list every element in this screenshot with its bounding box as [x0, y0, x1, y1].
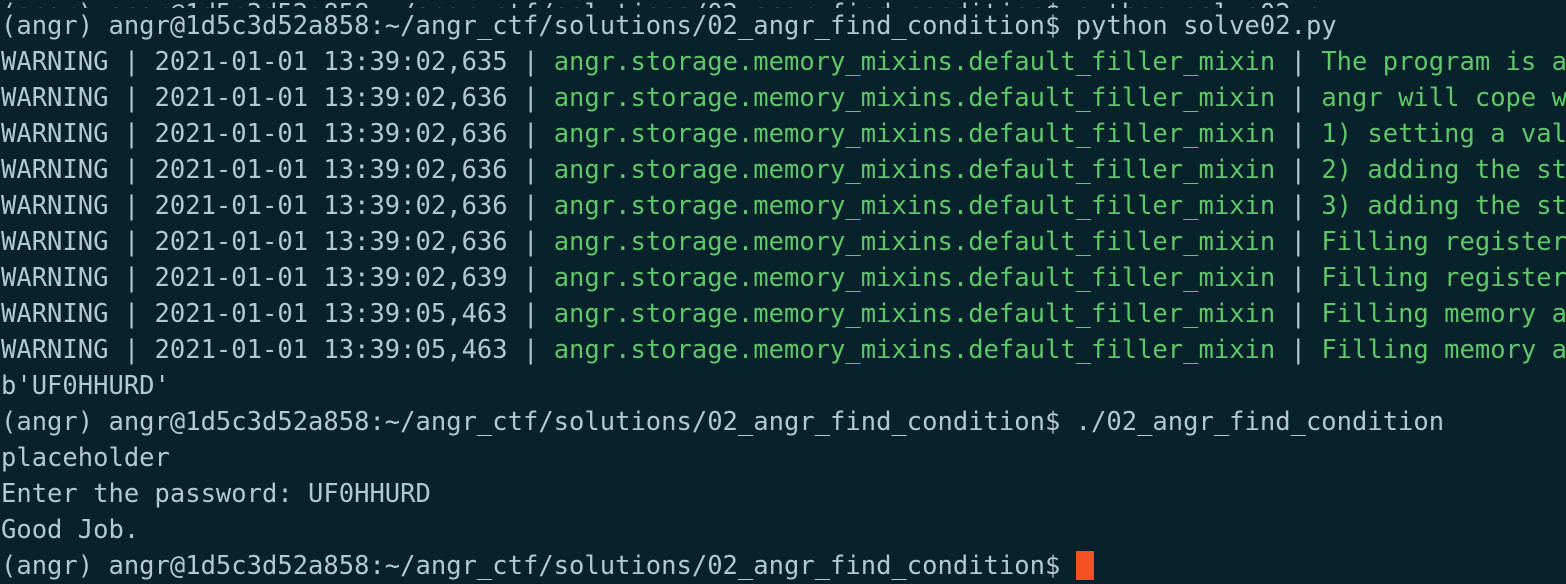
log-line-3-segment-2: | [1275, 119, 1322, 149]
log-line-5: WARNING | 2021-01-01 13:39:02,636 | angr… [0, 188, 1566, 224]
log-line-9-segment-3: Filling memory at 0x7fff0010 with 4 unco… [1321, 335, 1566, 365]
log-line-6-segment-2: | [1275, 227, 1322, 257]
log-line-9-segment-1: angr.storage.memory_mixins.default_fille… [553, 335, 1276, 365]
log-line-7-segment-3: Filling register ebx with 4 unconstraine… [1321, 263, 1566, 293]
log-line-8: WARNING | 2021-01-01 13:39:05,463 | angr… [0, 296, 1566, 332]
log-line-6-segment-1: angr.storage.memory_mixins.default_fille… [553, 227, 1276, 257]
scrollback-partial-segment-0: (angr) angr@1d5c3d52a858:~/angr_ctf/solu… [1, 0, 1337, 8]
log-line-4-segment-3: 2) adding the state option ZERO_FILL_UNC… [1321, 155, 1566, 185]
text-cursor[interactable] [1075, 551, 1094, 580]
output-password-prompt-segment-0: Enter the password: UF0HHURD [1, 479, 431, 509]
log-line-3-segment-0: WARNING | 2021-01-01 13:39:02,636 | [1, 119, 554, 149]
log-line-8-segment-1: angr.storage.memory_mixins.default_fille… [553, 299, 1276, 329]
log-line-8-segment-2: | [1275, 299, 1322, 329]
log-line-2-segment-3: angr will cope with this by generating a… [1321, 83, 1566, 113]
scrollback-partial: (angr) angr@1d5c3d52a858:~/angr_ctf/solu… [0, 0, 1566, 8]
log-line-8-segment-3: Filling memory at 0x7fff0000 with 4 unco… [1321, 299, 1566, 329]
log-line-6: WARNING | 2021-01-01 13:39:02,636 | angr… [0, 224, 1566, 260]
output-password-prompt: Enter the password: UF0HHURD [0, 476, 1566, 512]
log-line-5-segment-1: angr.storage.memory_mixins.default_fille… [553, 191, 1276, 221]
prompt-run-binary-segment-0: (angr) angr@1d5c3d52a858:~/angr_ctf/solu… [1, 407, 1445, 437]
output-found-bytes: b'UF0HHURD' [0, 368, 1566, 404]
log-line-7: WARNING | 2021-01-01 13:39:02,639 | angr… [0, 260, 1566, 296]
log-line-1-segment-1: angr.storage.memory_mixins.default_fille… [553, 47, 1276, 77]
log-line-7-segment-1: angr.storage.memory_mixins.default_fille… [553, 263, 1276, 293]
prompt-solve-command-segment-0: (angr) angr@1d5c3d52a858:~/angr_ctf/solu… [1, 11, 1337, 41]
output-placeholder: placeholder [0, 440, 1566, 476]
log-line-2-segment-2: | [1275, 83, 1322, 113]
log-line-1-segment-0: WARNING | 2021-01-01 13:39:02,635 | [1, 47, 554, 77]
log-line-5-segment-0: WARNING | 2021-01-01 13:39:02,636 | [1, 191, 554, 221]
output-good-job: Good Job. [0, 512, 1566, 548]
output-placeholder-segment-0: placeholder [1, 443, 170, 473]
log-line-9: WARNING | 2021-01-01 13:39:05,463 | angr… [0, 332, 1566, 368]
terminal-window[interactable]: (angr) angr@1d5c3d52a858:~/angr_ctf/solu… [0, 0, 1566, 584]
prompt-active: (angr) angr@1d5c3d52a858:~/angr_ctf/solu… [0, 548, 1566, 584]
log-line-4-segment-2: | [1275, 155, 1322, 185]
log-line-4-segment-0: WARNING | 2021-01-01 13:39:02,636 | [1, 155, 554, 185]
log-line-7-segment-0: WARNING | 2021-01-01 13:39:02,639 | [1, 263, 554, 293]
log-line-4-segment-1: angr.storage.memory_mixins.default_fille… [553, 155, 1276, 185]
log-line-7-segment-2: | [1275, 263, 1322, 293]
log-line-3-segment-3: 1) setting a value to the initial state [1321, 119, 1566, 149]
prompt-active-segment-0: (angr) angr@1d5c3d52a858:~/angr_ctf/solu… [1, 551, 1076, 581]
log-line-1-segment-3: The program is accessing memory or regis… [1321, 47, 1566, 77]
terminal-screen[interactable]: (angr) angr@1d5c3d52a858:~/angr_ctf/solu… [0, 0, 1566, 584]
output-found-bytes-segment-0: b'UF0HHURD' [1, 371, 170, 401]
log-line-6-segment-3: Filling register edi with 4 unconstraine… [1321, 227, 1566, 257]
prompt-solve-command: (angr) angr@1d5c3d52a858:~/angr_ctf/solu… [0, 8, 1566, 44]
log-line-2: WARNING | 2021-01-01 13:39:02,636 | angr… [0, 80, 1566, 116]
log-line-3-segment-1: angr.storage.memory_mixins.default_fille… [553, 119, 1276, 149]
log-line-3: WARNING | 2021-01-01 13:39:02,636 | angr… [0, 116, 1566, 152]
log-line-1: WARNING | 2021-01-01 13:39:02,635 | angr… [0, 44, 1566, 80]
log-line-9-segment-0: WARNING | 2021-01-01 13:39:05,463 | [1, 335, 554, 365]
output-good-job-segment-0: Good Job. [1, 515, 140, 545]
prompt-run-binary: (angr) angr@1d5c3d52a858:~/angr_ctf/solu… [0, 404, 1566, 440]
log-line-2-segment-1: angr.storage.memory_mixins.default_fille… [553, 83, 1276, 113]
log-line-2-segment-0: WARNING | 2021-01-01 13:39:02,636 | [1, 83, 554, 113]
log-line-1-segment-2: | [1275, 47, 1322, 77]
log-line-5-segment-2: | [1275, 191, 1322, 221]
log-line-4: WARNING | 2021-01-01 13:39:02,636 | angr… [0, 152, 1566, 188]
log-line-8-segment-0: WARNING | 2021-01-01 13:39:05,463 | [1, 299, 554, 329]
log-line-9-segment-2: | [1275, 335, 1322, 365]
log-line-5-segment-3: 3) adding the state option SYMBOL_FILL_U… [1321, 191, 1566, 221]
log-line-6-segment-0: WARNING | 2021-01-01 13:39:02,636 | [1, 227, 554, 257]
